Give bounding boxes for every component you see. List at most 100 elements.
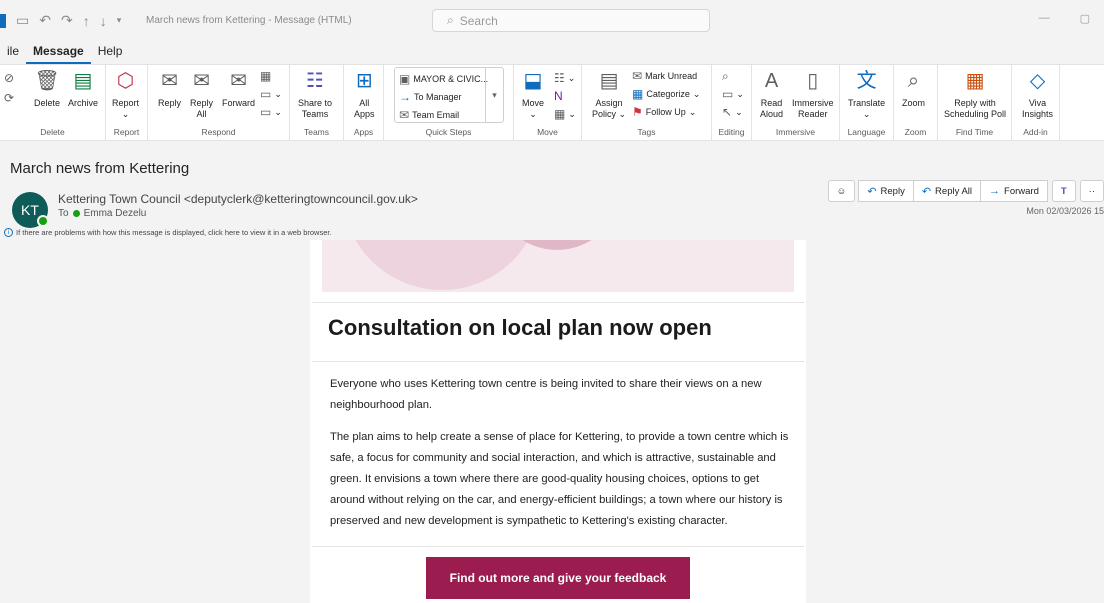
rules-icon[interactable]: ☷ ⌄ [554,71,575,85]
respond-group: ✉ Reply ✉ Reply All ✉ Forward ▦ ▭ ⌄ ▭ ⌄ Respon… [148,65,290,141]
mark-unread-button[interactable]: ✉ Mark Unread [632,69,697,83]
move-group-label: Move [537,127,558,137]
assign-policy-button[interactable]: ▤ Assign Policy ⌄ [592,68,626,120]
recipient-name[interactable]: Emma Dezelu [84,208,147,219]
delete-button[interactable]: 🗑 Delete [34,68,60,109]
shield-icon: ⬡ [116,70,135,92]
menu-file[interactable]: ile [0,44,26,64]
language-group-label: Language [847,127,886,137]
forward-arrow-icon: → [989,185,1001,197]
related-icon[interactable]: ▭ ⌄ [722,87,744,101]
reply-all-envelope-icon: ✉ [193,70,210,92]
reply-all-arrow-icon: ↶ [921,185,932,198]
translate-icon: 文 [856,70,877,92]
language-group: 文 Translate ⌄ Language [840,65,894,141]
menu-message[interactable]: Message [26,44,91,64]
reply-all-button[interactable]: ✉ Reply All [190,68,213,120]
zoom-group: ⌕ Zoom Zoom [894,65,938,141]
immersive-reader-button[interactable]: ▯ Immersive Reader [792,68,834,120]
restore-icon[interactable]: ▢ [1080,12,1090,25]
report-group: ⬡ Report ⌄ Report [106,65,148,141]
add-in-group: ◇ Viva Insights Add-in [1012,65,1060,141]
teams-group-label: Teams [303,127,330,137]
scheduling-poll-button[interactable]: ▦ Reply with Scheduling Poll [944,68,1006,120]
find-icon[interactable]: ⌕ [722,69,729,84]
message-actions: ☺ ↶ Reply ↶ Reply All → Forward T ·· [827,180,1104,202]
archive-button[interactable]: ▤ Archive [68,68,98,109]
presence-icon [37,215,49,227]
sender[interactable]: Kettering Town Council <deputyclerk@kett… [58,192,418,206]
message-subject: March news from Kettering [10,160,190,177]
reply-envelope-icon: ✉ [161,70,178,92]
outlook-logo-icon [0,13,6,28]
cleanup-icon[interactable]: ⟳ [4,91,14,105]
find-time-group-label: Find Time [955,127,994,137]
teams-group: ☷ Share to Teams Teams [290,65,344,141]
save-icon[interactable]: ▭ [16,12,29,29]
quick-access-toolbar: ▭ ↶ ↷ ↑ ↓ ▾ [0,12,121,29]
read-aloud-button[interactable]: A Read Aloud [760,68,783,120]
follow-up-button[interactable]: ⚑ Follow Up ⌄ [632,105,696,119]
calendar-chart-icon: ▦ [965,70,985,92]
search-input[interactable]: ⌕ Search [432,9,710,32]
translate-button[interactable]: 文 Translate ⌄ [848,68,885,120]
info-icon: i [4,228,13,237]
respond-group-label: Respond [201,127,236,137]
teams-action-button[interactable]: T [1051,180,1076,202]
reply-all-action-button[interactable]: ↶ Reply All [912,180,982,202]
more-respond-icon[interactable]: ▭ ⌄ [260,105,282,119]
ellipsis-icon: ·· [1088,185,1095,197]
info-bar[interactable]: i If there are problems with how this me… [4,228,332,237]
reply-action-button[interactable]: ↶ Reply [858,180,914,202]
teams-icon: T [1060,185,1067,197]
all-apps-button[interactable]: ⊞ All Apps [354,68,375,120]
policy-icon: ▤ [599,70,619,92]
forward-button[interactable]: ✉ Forward [222,68,255,109]
more-options-button[interactable]: ·· [1079,180,1104,202]
minimize-icon[interactable]: — [1039,12,1050,25]
select-icon[interactable]: ↖ ⌄ [722,105,743,119]
info-text: If there are problems with how this mess… [16,228,332,237]
message-header: March news from Kettering KT Kettering T… [0,142,1104,240]
recipient-line: To Emma Dezelu [58,208,146,219]
share-to-teams-button[interactable]: ☷ Share to Teams [298,68,332,120]
envelope-icon: ✉ [632,69,643,83]
forward-action-button[interactable]: → Forward [980,180,1048,202]
menu-help[interactable]: Help [91,44,130,64]
undo-icon[interactable]: ↶ [39,12,51,29]
email-card: Consultation on local plan now open Ever… [310,240,806,603]
feedback-button[interactable]: Find out more and give your feedback [426,557,690,599]
paragraph-2: The plan aims to help create a sense of … [330,431,789,527]
zoom-group-label: Zoom [904,127,927,137]
report-button[interactable]: ⬡ Report ⌄ [112,68,139,120]
headline-section: Consultation on local plan now open [312,302,804,362]
up-arrow-icon[interactable]: ↑ [83,13,90,29]
divider [312,546,804,547]
zoom-button[interactable]: ⌕ Zoom [902,68,925,109]
editing-group-label: Editing [718,127,745,137]
down-arrow-icon[interactable]: ↓ [100,13,107,29]
search-icon: ⌕ [447,13,454,27]
window-title: March news from Kettering - Message (HTM… [146,15,352,26]
categorize-button[interactable]: ▦ Categorize ⌄ [632,87,700,101]
emoji-button[interactable]: ☺ [827,180,856,202]
redo-icon[interactable]: ↷ [61,12,73,29]
im-icon[interactable]: ▭ ⌄ [260,87,282,101]
editing-group: ⌕ ▭ ⌄ ↖ ⌄ Editing [712,65,752,141]
quick-steps-label-area: Quick Steps [384,65,514,141]
apps-group: ⊞ All Apps Apps [344,65,384,141]
actions-icon[interactable]: ▦ ⌄ [554,107,576,121]
find-time-group: ▦ Reply with Scheduling Poll Find Time [938,65,1012,141]
customize-icon[interactable]: ▾ [117,15,122,26]
ignore-icon[interactable]: ⊘ [4,71,14,85]
recipient-presence-icon [72,210,80,217]
meeting-icon[interactable]: ▦ [260,69,271,83]
reply-button[interactable]: ✉ Reply [158,68,181,109]
reply-arrow-icon: ↶ [867,185,877,198]
paragraph-1: Everyone who uses Kettering town centre … [330,378,762,411]
onenote-icon[interactable]: N [554,89,563,103]
move-button[interactable]: ⬓ Move ⌄ [522,68,544,120]
move-folder-icon: ⬓ [523,70,543,92]
viva-insights-button[interactable]: ◇ Viva Insights [1022,68,1053,120]
magnifier-icon: ⌕ [907,70,920,92]
